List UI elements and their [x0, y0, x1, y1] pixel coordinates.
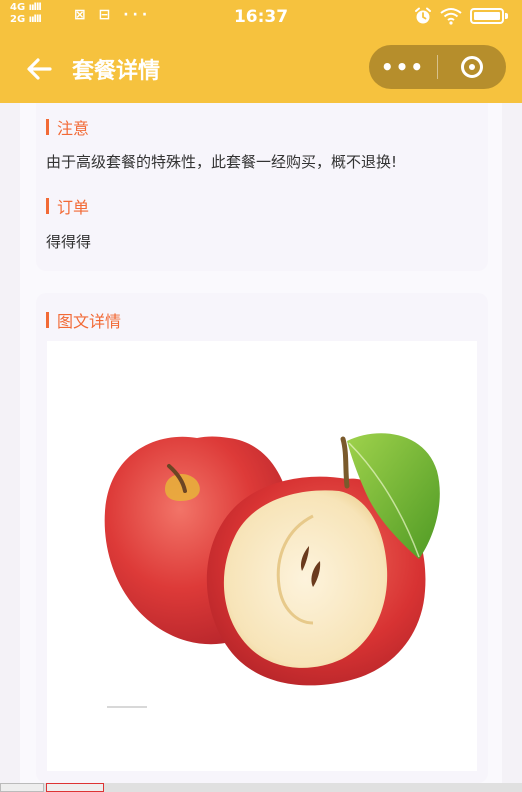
notice-title: 注意: [57, 119, 90, 138]
order-text: 得得得: [46, 233, 92, 251]
more-dots-icon: •••: [380, 55, 426, 79]
arrow-left-icon[interactable]: [22, 52, 56, 86]
section-marker: [46, 312, 49, 328]
image-dash: [107, 706, 147, 708]
battery-nub: [505, 13, 508, 19]
status-bar: 4G ıılll 2G ıılll ⊠ ⊟ ··· 16:37: [0, 0, 522, 34]
detail-title: 图文详情: [57, 312, 122, 331]
page-title: 套餐详情: [72, 59, 161, 84]
info-card: 注意 由于高级套餐的特殊性，此套餐一经购买，概不退换! 订单 得得得: [36, 103, 488, 271]
page-content: 注意 由于高级套餐的特殊性，此套餐一经购买，概不退换! 订单 得得得 图文详情: [20, 103, 502, 783]
detail-heading: 图文详情: [46, 308, 121, 332]
target-circle-icon: [461, 56, 483, 78]
nav-bar: 套餐详情 •••: [0, 34, 522, 103]
detail-image: [47, 341, 477, 771]
bottom-tab: [0, 783, 44, 792]
bottom-tab-active: [46, 783, 104, 792]
wifi-icon: [440, 8, 462, 25]
app-header: 4G ıılll 2G ıılll ⊠ ⊟ ··· 16:37 套餐详情 •••: [0, 0, 522, 103]
detail-card: 图文详情: [36, 293, 488, 783]
notice-text: 由于高级套餐的特殊性，此套餐一经购买，概不退换!: [46, 153, 398, 171]
section-marker: [46, 198, 49, 214]
notice-heading: 注意: [46, 115, 89, 139]
close-button[interactable]: [438, 45, 506, 89]
status-right-icons: [414, 7, 508, 25]
mini-program-capsule: •••: [369, 45, 506, 89]
more-button[interactable]: •••: [369, 45, 437, 89]
section-marker: [46, 119, 49, 135]
order-title: 订单: [57, 198, 90, 217]
battery-icon: [470, 8, 504, 24]
order-heading: 订单: [46, 194, 89, 218]
bottom-edge: [0, 783, 522, 792]
alarm-icon: [415, 7, 431, 24]
